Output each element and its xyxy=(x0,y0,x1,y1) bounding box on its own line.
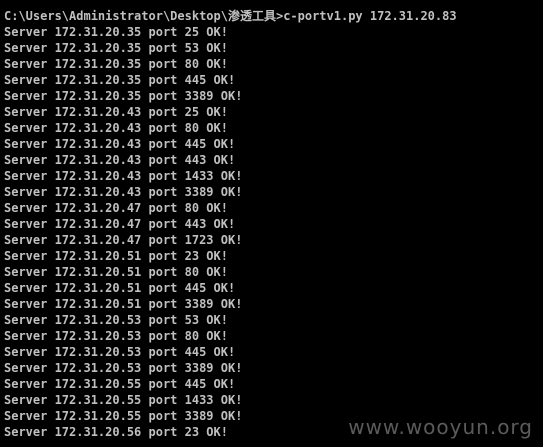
output-line: Server 172.31.20.43 port 1433 OK! xyxy=(4,169,243,183)
output-line: Server 172.31.20.43 port 443 OK! xyxy=(4,153,236,167)
output-line: Server 172.31.20.53 port 445 OK! xyxy=(4,345,236,359)
console-output: Server 172.31.20.35 port 25 OK! Server 17… xyxy=(4,24,543,440)
output-line: Server 172.31.20.55 port 445 OK! xyxy=(4,377,236,391)
output-line: Server 172.31.20.47 port 443 OK! xyxy=(4,217,236,231)
output-line: Server 172.31.20.35 port 25 OK! xyxy=(4,25,228,39)
console-window[interactable]: C:\Users\Administrator\Desktop\渗透工具>c-po… xyxy=(0,0,543,447)
watermark-text: www.wooyun.org xyxy=(348,415,533,439)
output-line: Server 172.31.20.51 port 23 OK! xyxy=(4,249,228,263)
output-line: Server 172.31.20.53 port 80 OK! xyxy=(4,329,228,343)
output-line: Server 172.31.20.51 port 445 OK! xyxy=(4,281,236,295)
output-line: Server 172.31.20.43 port 3389 OK! xyxy=(4,185,243,199)
output-line: Server 172.31.20.47 port 1723 OK! xyxy=(4,233,243,247)
output-line: Server 172.31.20.53 port 53 OK! xyxy=(4,313,228,327)
output-line: Server 172.31.20.51 port 80 OK! xyxy=(4,265,228,279)
command-line: C:\Users\Administrator\Desktop\渗透工具>c-po… xyxy=(4,9,457,23)
output-line: Server 172.31.20.35 port 3389 OK! xyxy=(4,89,243,103)
output-line: Server 172.31.20.55 port 1433 OK! xyxy=(4,393,243,407)
output-line: Server 172.31.20.51 port 3389 OK! xyxy=(4,297,243,311)
output-line: Server 172.31.20.35 port 80 OK! xyxy=(4,57,228,71)
output-line: Server 172.31.20.43 port 80 OK! xyxy=(4,121,228,135)
output-line: Server 172.31.20.43 port 445 OK! xyxy=(4,137,236,151)
output-line: Server 172.31.20.47 port 80 OK! xyxy=(4,201,228,215)
output-line: Server 172.31.20.53 port 3389 OK! xyxy=(4,361,243,375)
output-line: Server 172.31.20.35 port 445 OK! xyxy=(4,73,236,87)
output-line: Server 172.31.20.43 port 25 OK! xyxy=(4,105,228,119)
output-line: Server 172.31.20.35 port 53 OK! xyxy=(4,41,228,55)
